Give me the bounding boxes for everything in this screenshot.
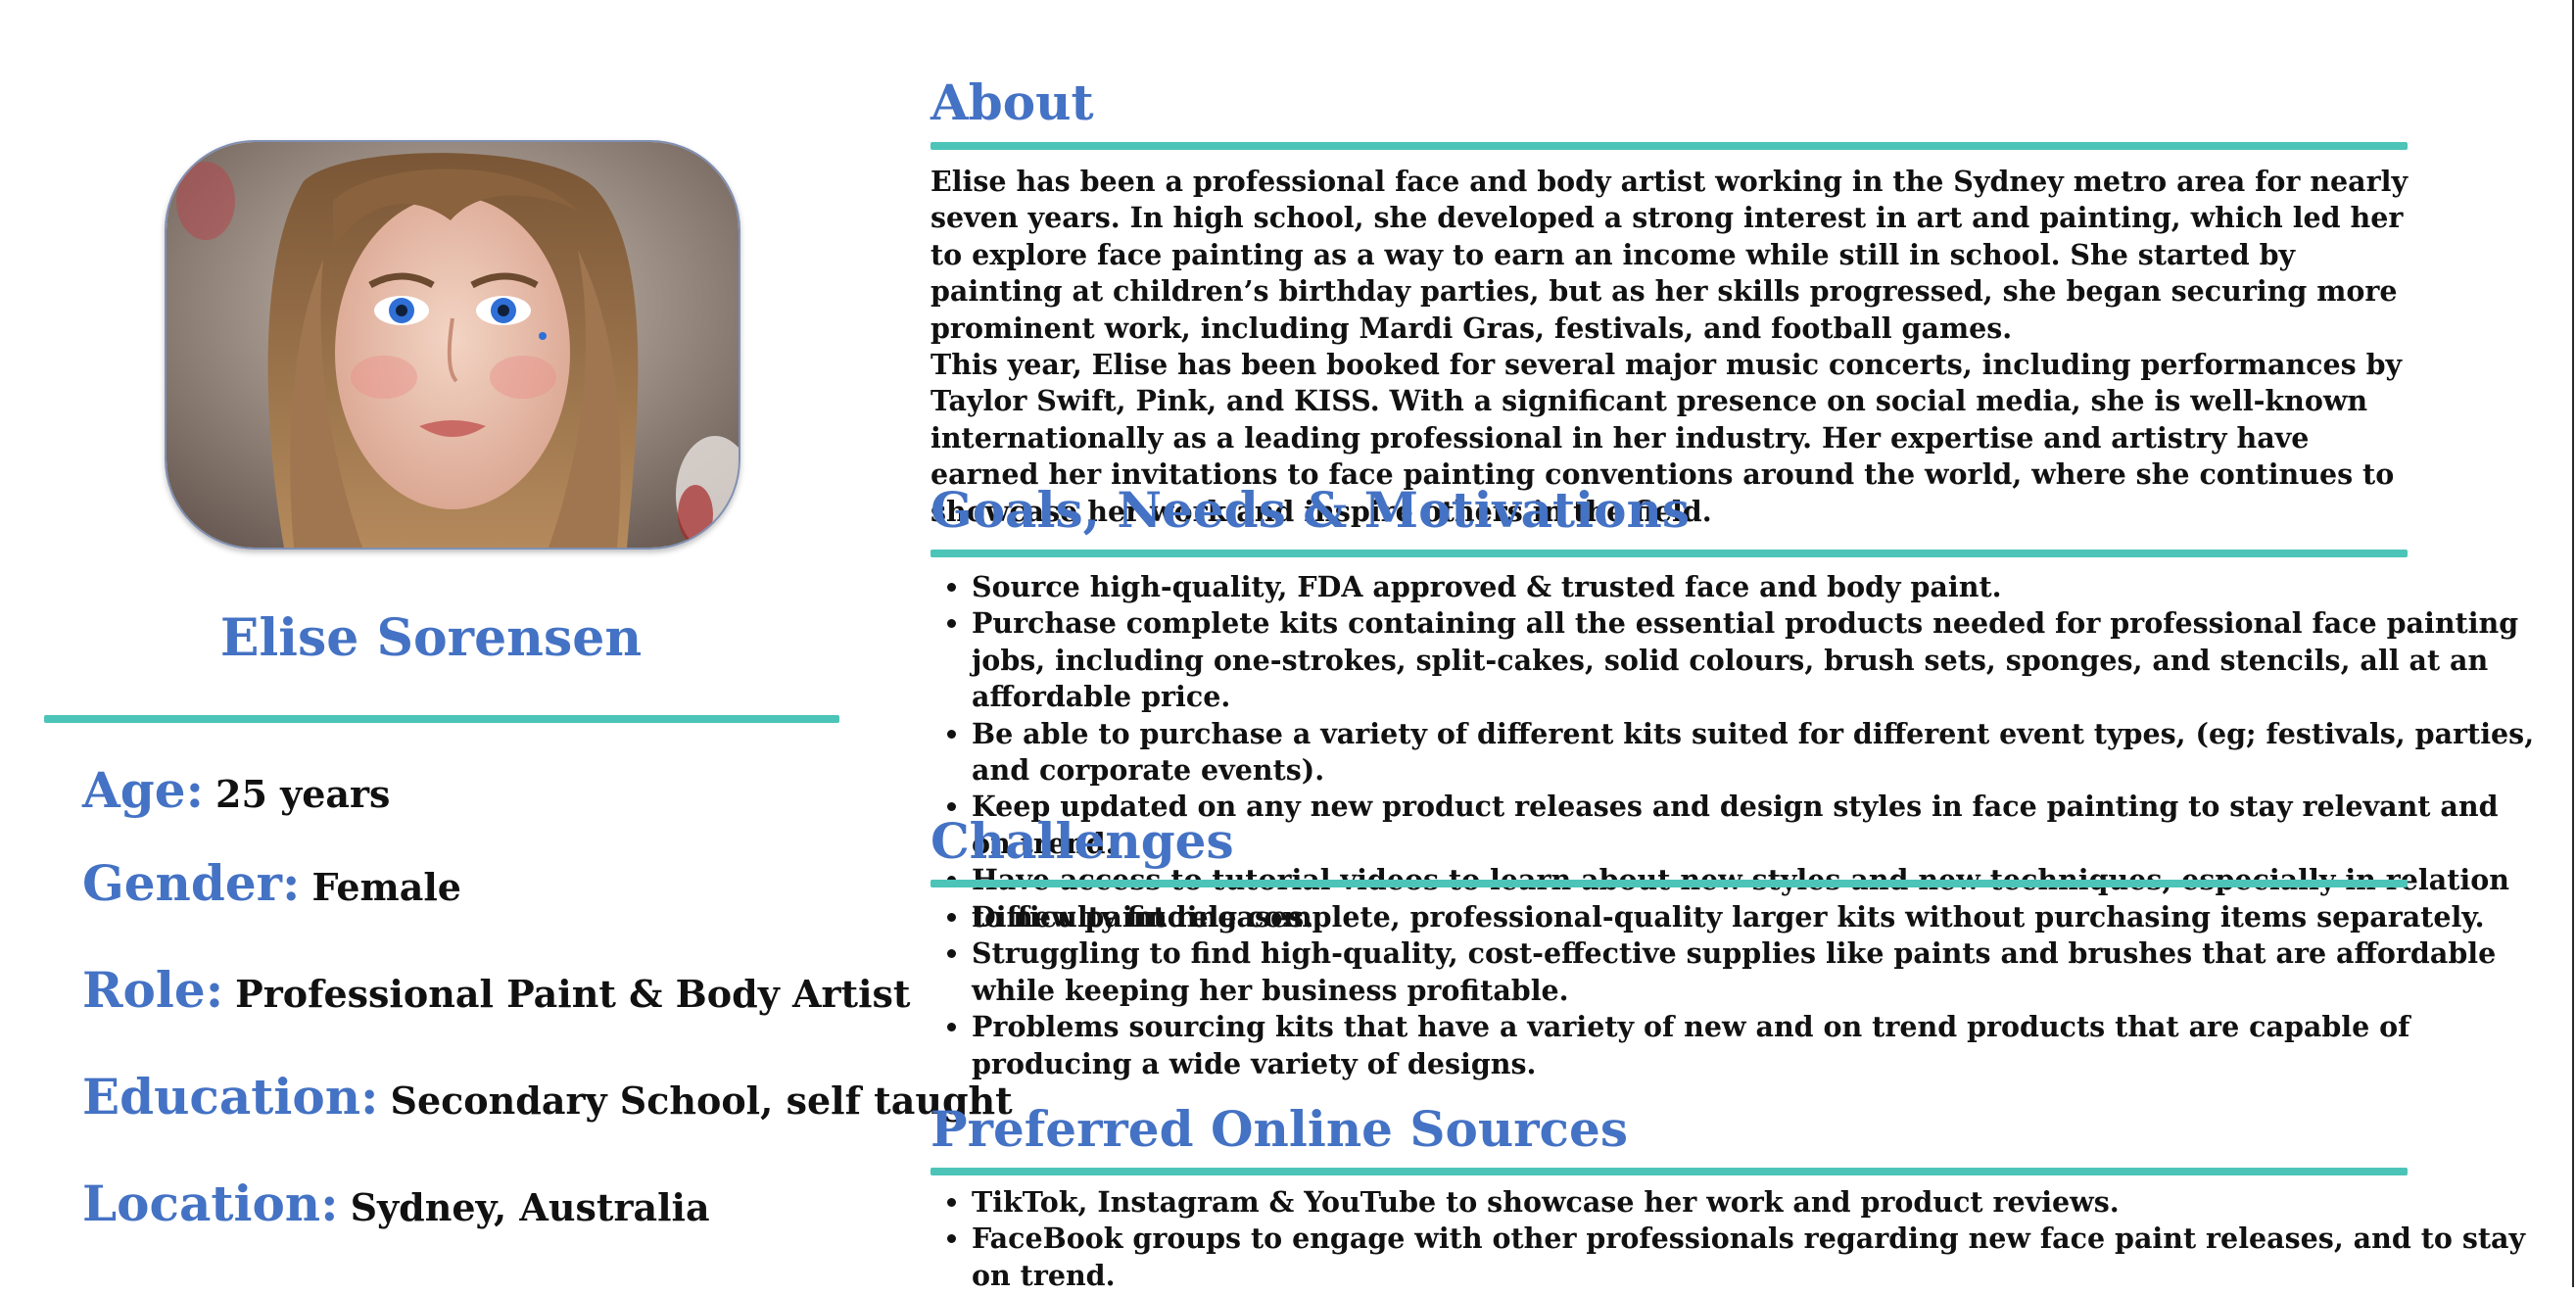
gender-label: Gender:	[82, 854, 301, 912]
goals-list-item: Source high-quality, FDA approved & trus…	[972, 569, 2539, 605]
about-paragraph: Elise has been a professional face and b…	[930, 165, 2409, 345]
education-label: Education:	[82, 1068, 379, 1126]
detail-gender: Gender: Female	[82, 859, 461, 908]
sources-divider	[930, 1168, 2408, 1175]
challenges-list-item: Struggling to find high-quality, cost-ef…	[972, 935, 2539, 1009]
education-value: Secondary School, self taught	[390, 1078, 1013, 1123]
persona-name: Elise Sorensen	[219, 608, 643, 668]
page-edge-divider	[2572, 0, 2574, 1287]
goals-list-item: Purchase complete kits containing all th…	[972, 605, 2539, 715]
goals-divider	[930, 550, 2408, 557]
sources-list: TikTok, Instagram & YouTube to showcase …	[930, 1184, 2539, 1294]
detail-role: Role: Professional Paint & Body Artist	[82, 966, 910, 1015]
challenges-list-item: Difficulty finding complete, professiona…	[972, 899, 2539, 935]
location-label: Location:	[82, 1174, 339, 1232]
role-value: Professional Paint & Body Artist	[235, 972, 911, 1016]
portrait-illustration	[167, 142, 739, 548]
portrait-photo	[165, 140, 740, 550]
challenges-list-item: Problems sourcing kits that have a varie…	[972, 1009, 2539, 1082]
challenges-divider	[930, 880, 2408, 887]
location-value: Sydney, Australia	[350, 1185, 710, 1229]
role-label: Role:	[82, 961, 224, 1019]
detail-age: Age: 25 years	[82, 766, 390, 815]
sources-list-item: TikTok, Instagram & YouTube to showcase …	[972, 1184, 2539, 1221]
detail-education: Education: Secondary School, self taught	[82, 1073, 1013, 1122]
name-divider	[44, 715, 839, 723]
age-label: Age:	[82, 761, 205, 819]
detail-location: Location: Sydney, Australia	[82, 1179, 710, 1228]
about-divider	[930, 142, 2408, 150]
about-heading: About	[930, 73, 1094, 131]
challenges-list: Difficulty finding complete, professiona…	[930, 899, 2539, 1082]
gender-value: Female	[311, 865, 461, 909]
age-value: 25 years	[215, 772, 391, 816]
about-body: Elise has been a professional face and b…	[930, 164, 2419, 530]
sources-heading: Preferred Online Sources	[930, 1100, 1628, 1158]
goals-heading: Goals, Needs & Motivations	[930, 481, 1690, 539]
sources-list-item: FaceBook groups to engage with other pro…	[972, 1221, 2539, 1294]
challenges-heading: Challenges	[930, 812, 1234, 870]
goals-list-item: Be able to purchase a variety of differe…	[972, 716, 2539, 790]
